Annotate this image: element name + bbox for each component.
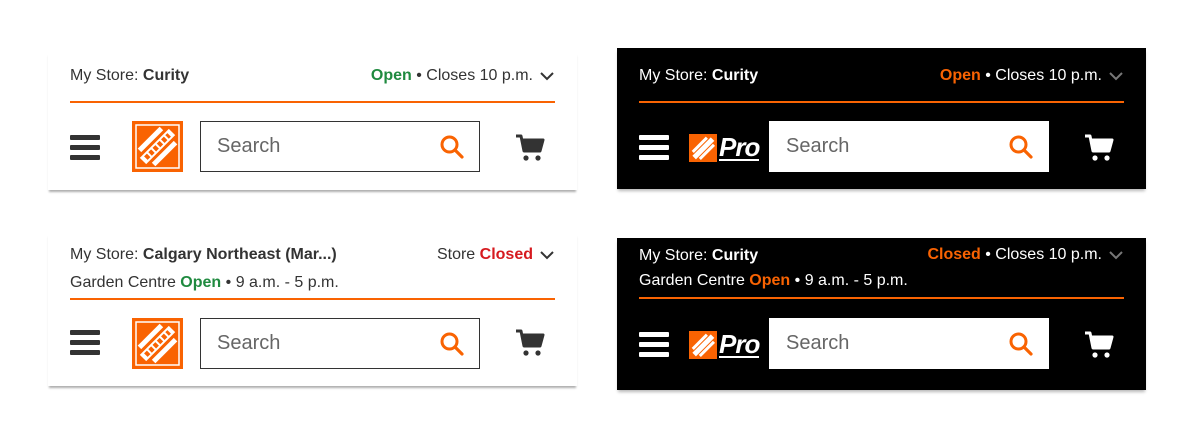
search-bar (200, 121, 480, 172)
cart-icon[interactable] (1084, 133, 1114, 163)
garden-centre-line: Garden Centre Open • 9 a.m. - 5 p.m. (70, 273, 339, 293)
garden-centre-status: Open (749, 272, 791, 289)
search-input[interactable] (201, 126, 421, 167)
chevron-down-icon (539, 249, 555, 261)
hamburger-menu-icon[interactable] (639, 332, 669, 358)
search-input[interactable] (770, 126, 990, 167)
store-name: Curity (142, 67, 190, 84)
header-dark-closed: My Store: Curity Closed • Closes 10 p.m.… (617, 238, 1146, 390)
orange-divider (70, 298, 555, 300)
store-name: Curity (711, 67, 759, 84)
search-input[interactable] (201, 323, 421, 364)
pro-label: Pro (719, 329, 760, 359)
hamburger-menu-icon[interactable] (70, 135, 100, 161)
store-hours-dropdown[interactable]: Open • Closes 10 p.m. (940, 66, 1124, 86)
cart-icon[interactable] (515, 328, 545, 358)
store-closing-time: • Closes 10 p.m. (985, 246, 1102, 263)
garden-centre-status: Open (180, 274, 222, 291)
garden-centre-hours: • 9 a.m. - 5 p.m. (794, 272, 908, 289)
orange-divider (70, 101, 555, 103)
orange-divider (639, 101, 1124, 103)
chevron-down-icon (1108, 249, 1124, 261)
search-input[interactable] (770, 323, 990, 364)
search-icon[interactable] (439, 331, 465, 357)
store-hours-dropdown[interactable]: Store Closed (437, 245, 555, 265)
header-light-open: My Store: Curity Open • Closes 10 p.m. (48, 52, 577, 190)
chevron-down-icon (1108, 70, 1124, 82)
home-depot-logo[interactable] (132, 121, 183, 172)
search-bar (200, 318, 480, 369)
store-status: Open (939, 67, 981, 84)
store-name: Curity (711, 247, 759, 264)
garden-centre-hours: • 9 a.m. - 5 p.m. (225, 274, 339, 291)
garden-centre-line: Garden Centre Open • 9 a.m. - 5 p.m. (639, 271, 908, 291)
my-store-line[interactable]: My Store: Curity (639, 246, 758, 266)
my-store-label: My Store: (639, 247, 708, 264)
search-icon[interactable] (1008, 134, 1034, 160)
search-bar (769, 318, 1049, 369)
store-status-prefix: Store (436, 246, 476, 263)
search-bar (769, 121, 1049, 172)
cart-icon[interactable] (515, 133, 545, 163)
store-hours-dropdown[interactable]: Open • Closes 10 p.m. (371, 66, 555, 86)
store-status: Closed (479, 246, 533, 263)
home-depot-logo[interactable] (132, 318, 183, 369)
home-depot-pro-logo[interactable]: Pro (689, 133, 763, 163)
store-closing-time: • Closes 10 p.m. (416, 67, 533, 84)
my-store-label: My Store: (70, 67, 139, 84)
header-dark-open: My Store: Curity Open • Closes 10 p.m. P… (617, 48, 1146, 189)
pro-label: Pro (719, 132, 760, 162)
store-closing-time: • Closes 10 p.m. (985, 67, 1102, 84)
hamburger-menu-icon[interactable] (70, 330, 100, 356)
cart-icon[interactable] (1084, 330, 1114, 360)
store-name: Calgary Northeast (Mar...) (142, 246, 337, 263)
hamburger-menu-icon[interactable] (639, 135, 669, 161)
my-store-line[interactable]: My Store: Curity (70, 66, 189, 86)
my-store-line[interactable]: My Store: Calgary Northeast (Mar...) (70, 245, 337, 265)
orange-divider (639, 297, 1124, 299)
store-hours-dropdown[interactable]: Closed • Closes 10 p.m. (927, 245, 1124, 265)
garden-centre-label: Garden Centre (70, 274, 176, 291)
store-status: Open (370, 67, 412, 84)
search-icon[interactable] (439, 134, 465, 160)
header-light-closed: My Store: Calgary Northeast (Mar...) Sto… (48, 233, 577, 386)
store-status: Closed (927, 246, 981, 263)
my-store-line[interactable]: My Store: Curity (639, 66, 758, 86)
search-icon[interactable] (1008, 331, 1034, 357)
chevron-down-icon (539, 70, 555, 82)
my-store-label: My Store: (639, 67, 708, 84)
my-store-label: My Store: (70, 246, 139, 263)
home-depot-pro-logo[interactable]: Pro (689, 330, 763, 360)
garden-centre-label: Garden Centre (639, 272, 745, 289)
